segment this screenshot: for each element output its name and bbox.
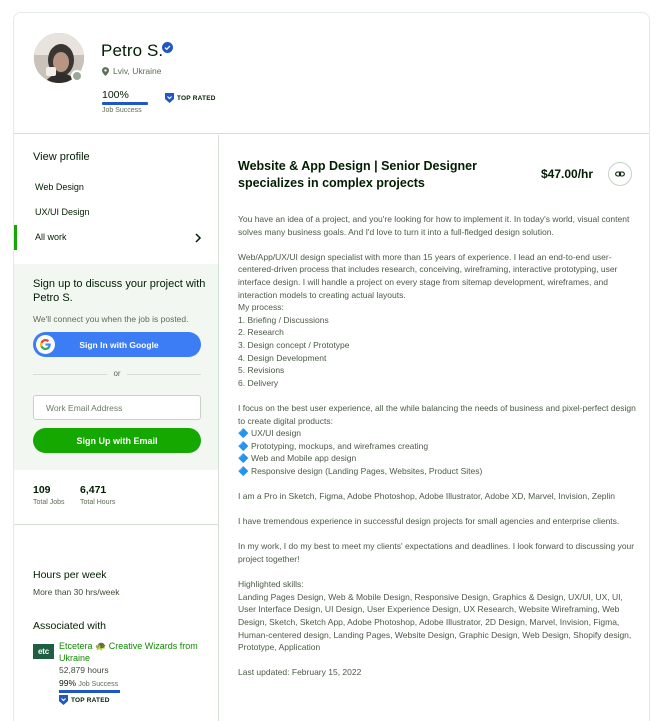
agency-job-success-label: Job Success bbox=[78, 681, 119, 688]
sidebar-item-web-design[interactable]: Web Design bbox=[14, 175, 218, 200]
work-stats: 109 Total Jobs 6,471 Total Hours bbox=[14, 470, 218, 525]
hours-per-week-value: More than 30 hrs/week bbox=[33, 587, 120, 597]
job-success-bar bbox=[102, 102, 148, 105]
google-logo-icon bbox=[36, 335, 55, 354]
overview-paragraph: Web/App/UX/UI design specialist with mor… bbox=[238, 251, 638, 390]
overview-line: My process: bbox=[238, 302, 284, 313]
profile-sidebar: View profile Web Design UX/UI Design All… bbox=[14, 135, 219, 721]
location: Lviv, Ukraine bbox=[102, 66, 162, 76]
divider-line bbox=[127, 374, 201, 375]
overview-paragraph: You have an idea of a project, and you'r… bbox=[238, 213, 638, 238]
overview-line: 🔷 Web and Mobile app design bbox=[238, 453, 357, 464]
sidebar-item-ux-ui-design[interactable]: UX/UI Design bbox=[14, 200, 218, 225]
overview-paragraph: I am a Pro in Sketch, Figma, Adobe Photo… bbox=[238, 490, 638, 503]
job-success-value: 100% bbox=[102, 89, 129, 101]
overview-paragraph: I have tremendous experience in successf… bbox=[238, 515, 638, 528]
stat-value: 109 bbox=[33, 484, 51, 496]
location-text: Lviv, Ukraine bbox=[113, 66, 162, 76]
google-button-label: Sign In with Google bbox=[79, 339, 159, 350]
verified-badge-icon bbox=[162, 42, 173, 53]
sign-in-with-google-button[interactable]: Sign In with Google bbox=[33, 332, 201, 357]
agency-name-link[interactable]: Etcetera 🐢 Creative Wizards from Ukraine bbox=[59, 640, 209, 664]
stat-label: Total Jobs bbox=[33, 499, 65, 506]
agency-job-success-bar bbox=[59, 690, 120, 693]
stat-value: 6,471 bbox=[80, 484, 107, 496]
hourly-rate: $47.00/hr bbox=[541, 167, 594, 181]
overview-paragraph: I focus on the best user experience, all… bbox=[238, 402, 638, 478]
overview-line: Last updated: February 15, 2022 bbox=[238, 667, 362, 678]
chevron-right-icon bbox=[195, 233, 202, 243]
sidebar-item-all-work[interactable]: All work bbox=[14, 225, 218, 250]
stat-total-hours: 6,471 Total Hours bbox=[80, 484, 115, 506]
signup-subtitle: We'll connect you when the job is posted… bbox=[33, 314, 189, 324]
profile-title: Website & App Design | Senior Designer s… bbox=[238, 159, 477, 190]
sign-up-with-email-button[interactable]: Sign Up with Email bbox=[33, 428, 201, 453]
stat-label: Total Hours bbox=[80, 499, 116, 506]
overview-line: I have tremendous experience in successf… bbox=[238, 516, 620, 527]
or-divider: or bbox=[33, 369, 201, 379]
profile-header: Petro S. Lviv, Ukraine 100% Job Success … bbox=[14, 13, 649, 134]
freelancer-profile-card: Petro S. Lviv, Ukraine 100% Job Success … bbox=[13, 12, 650, 721]
profile-main: Website & App Design | Senior Designer s… bbox=[219, 135, 649, 721]
overview-paragraph: Highlighted skills: Landing Pages Design,… bbox=[238, 578, 638, 654]
overview-line: 🔷 Responsive design (Landing Pages, Webs… bbox=[238, 465, 483, 476]
hours-per-week-heading: Hours per week bbox=[33, 569, 107, 581]
overview-line: Web/App/UX/UI design specialist with mor… bbox=[238, 251, 618, 300]
job-success-score: 100% Job Success bbox=[102, 89, 150, 114]
overview-line: 1. Briefing / Discussions bbox=[238, 314, 329, 325]
overview-paragraph: Last updated: February 15, 2022 bbox=[238, 666, 638, 679]
signup-panel: Sign up to discuss your project with Pet… bbox=[14, 264, 218, 470]
signup-title: Sign up to discuss your project with Pet… bbox=[33, 278, 206, 304]
overview-line: I am a Pro in Sketch, Figma, Adobe Photo… bbox=[238, 491, 616, 502]
overview-line: 🔷 Prototyping, mockups, and wireframes c… bbox=[238, 440, 429, 451]
overview-line: 2. Research bbox=[238, 327, 284, 338]
location-pin-icon bbox=[102, 66, 109, 76]
top-rated-label: TOP RATED bbox=[177, 94, 216, 102]
overview-line: 5. Revisions bbox=[238, 365, 285, 376]
top-rated-badge: TOP RATED bbox=[165, 93, 216, 103]
agency-job-success: 99% Job Success bbox=[59, 678, 118, 688]
overview-line: In my work, I do my best to meet my clie… bbox=[238, 541, 635, 565]
top-rated-shield-icon bbox=[59, 695, 68, 705]
job-success-label: Job Success bbox=[102, 107, 142, 114]
overview-paragraph: In my work, I do my best to meet my clie… bbox=[238, 540, 638, 565]
stat-total-jobs: 109 Total Jobs bbox=[33, 484, 65, 506]
overview-line: 3. Design concept / Prototype bbox=[238, 339, 350, 350]
status-indicator bbox=[71, 70, 83, 82]
top-rated-label: TOP RATED bbox=[71, 696, 110, 704]
link-icon bbox=[615, 171, 625, 177]
sidebar-item-label: Web Design bbox=[35, 182, 84, 192]
overview-line: 6. Delivery bbox=[238, 377, 279, 388]
freelancer-name: Petro S. bbox=[101, 41, 164, 60]
work-email-input[interactable] bbox=[33, 395, 201, 420]
overview-line: 4. Design Development bbox=[238, 352, 327, 363]
top-rated-shield-icon bbox=[165, 93, 174, 103]
agency-job-success-value: 99% bbox=[59, 678, 77, 688]
overview-line: 🔷 UX/UI design bbox=[238, 428, 302, 439]
copy-link-button[interactable] bbox=[608, 162, 632, 186]
view-profile-heading: View profile bbox=[33, 151, 90, 163]
agency-logo[interactable]: etc bbox=[33, 644, 54, 659]
overview-line: Highlighted skills: bbox=[238, 579, 304, 590]
overview-line: I focus on the best user experience, all… bbox=[238, 402, 636, 426]
profile-overview: You have an idea of a project, and you'r… bbox=[238, 213, 638, 692]
agency-top-rated-badge: TOP RATED bbox=[59, 695, 110, 705]
agency-hours: 52,879 hours bbox=[59, 665, 109, 675]
overview-line: You have an idea of a project, and you'r… bbox=[238, 214, 630, 237]
associated-with-heading: Associated with bbox=[33, 620, 106, 632]
overview-line: Landing Pages Design, Web & Mobile Desig… bbox=[238, 591, 632, 653]
sidebar-item-label: UX/UI Design bbox=[35, 207, 90, 217]
sidebar-item-label: All work bbox=[35, 232, 67, 242]
